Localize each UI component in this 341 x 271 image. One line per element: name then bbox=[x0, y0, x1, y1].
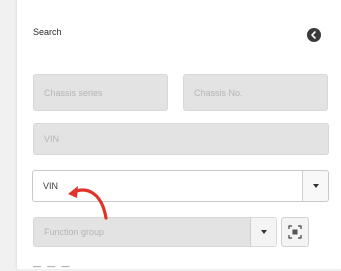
search-type-value: VIN bbox=[43, 181, 59, 191]
curved-arrow-icon bbox=[68, 186, 108, 220]
scan-button[interactable] bbox=[281, 217, 309, 247]
chassis-series-placeholder: Chassis series bbox=[44, 87, 103, 98]
chevron-icon-glyph bbox=[311, 31, 316, 39]
chassis-no-field[interactable]: Chassis No. bbox=[183, 74, 328, 111]
function-group-placeholder: Function group bbox=[44, 227, 105, 237]
function-group-dropdown-button[interactable] bbox=[250, 218, 276, 246]
vin-placeholder: VIN bbox=[44, 134, 60, 144]
panel-title: Search bbox=[33, 27, 62, 37]
search-panel: Search Chassis series Chassis No. VIN VI… bbox=[16, 0, 341, 271]
circle-chevron-icon[interactable] bbox=[307, 28, 321, 42]
scan-icon bbox=[288, 225, 302, 239]
chevron-down-icon bbox=[260, 230, 267, 234]
vin-field[interactable]: VIN bbox=[33, 123, 329, 155]
chevron-down-icon bbox=[312, 184, 319, 188]
chassis-no-placeholder: Chassis No. bbox=[194, 87, 243, 98]
function-group-select[interactable]: Function group bbox=[33, 217, 277, 247]
search-type-dropdown-button[interactable] bbox=[302, 171, 328, 201]
chassis-series-field[interactable]: Chassis series bbox=[33, 74, 168, 111]
